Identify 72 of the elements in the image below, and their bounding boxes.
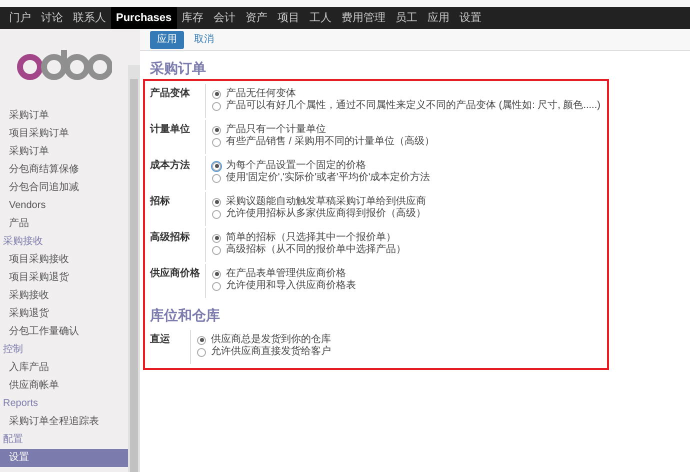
option-label: 简单的招标（只选择其中一个报价单） [226, 232, 396, 244]
option-label: 在产品表单管理供应商价格 [226, 268, 346, 280]
sidebar-item[interactable]: 设置 [0, 449, 128, 467]
setting-label: 招标 [150, 194, 171, 209]
sidebar-item[interactable]: 分包合同追加减 [0, 179, 128, 197]
sidebar-item[interactable]: 采购接收 [0, 287, 128, 305]
radio-button[interactable] [212, 282, 221, 290]
option-label: 有些产品销售 / 采购用不同的计量单位（高级） [226, 136, 434, 148]
sidebar-heading: 控制 [2, 342, 24, 357]
option-label: 允许使用和导入供应商价格表 [226, 280, 356, 292]
sidebar-item[interactable]: 项目采购退货 [0, 269, 128, 287]
option-label: 高级招标（从不同的报价单中选择产品） [226, 244, 406, 256]
option-label: 供应商总是发货到你的仓库 [211, 334, 331, 346]
radio-button[interactable] [197, 336, 206, 344]
radio-button[interactable] [212, 162, 221, 170]
radio-button[interactable] [212, 246, 221, 254]
section-title: 采购订单 [150, 59, 207, 77]
option-label: 允许使用招标从多家供应商得到报价（高级） [226, 208, 426, 220]
setting-label: 高级招标 [150, 230, 191, 245]
setting-label: 直运 [150, 332, 171, 347]
radio-button[interactable] [197, 348, 206, 356]
menu-tab[interactable]: 工人 [304, 7, 337, 29]
sidebar-item[interactable]: Vendors [0, 197, 128, 215]
menu-tab[interactable]: 应用 [422, 7, 455, 29]
menu-tab[interactable]: 门户 [4, 7, 36, 29]
setting-label: 产品变体 [150, 86, 191, 101]
section-title: 库位和仓库 [150, 306, 221, 324]
setting-label: 计量单位 [150, 122, 191, 137]
sidebar-item[interactable]: 项目采购接收 [0, 251, 128, 269]
radio-button[interactable] [212, 198, 221, 206]
menu-tab[interactable]: 讨论 [36, 7, 68, 29]
option-label: 产品无任何变体 [226, 88, 296, 100]
setting-label: 成本方法 [150, 158, 191, 173]
option-label: 使用'固定价','实际价'或者'平均价'成本定价方法 [226, 172, 430, 184]
menu-tab[interactable]: 会计 [208, 7, 241, 29]
menu-tab[interactable]: 设置 [454, 7, 487, 29]
menu-tab[interactable]: 项目 [272, 7, 305, 29]
menu-tab[interactable]: 联系人 [68, 7, 111, 29]
menu-tab[interactable]: 员工 [390, 7, 423, 29]
sidebar-heading: Reports [2, 397, 40, 411]
menu-tab[interactable]: 费用管理 [336, 7, 391, 29]
option-label: 采购议题能自动触发草稿采购订单给到供应商 [226, 196, 426, 208]
radio-button[interactable] [212, 90, 221, 98]
sidebar-item[interactable]: 采购订单 [0, 143, 128, 161]
radio-button[interactable] [212, 210, 221, 218]
sidebar-item[interactable]: 项目采购订单 [0, 125, 128, 143]
radio-button[interactable] [212, 138, 221, 146]
option-label: 产品只有一个计量单位 [226, 124, 326, 136]
sidebar-item[interactable]: 采购订单 [0, 107, 128, 125]
sidebar-item[interactable]: 分包工作量确认 [0, 323, 128, 341]
radio-button[interactable] [212, 234, 221, 242]
radio-button[interactable] [212, 126, 221, 134]
radio-button[interactable] [212, 102, 221, 110]
menu-tab[interactable]: 资产 [240, 7, 273, 29]
radio-button[interactable] [212, 270, 221, 278]
cancel-link[interactable]: 取消 [188, 30, 220, 48]
sidebar-item[interactable]: 供应商帐单 [0, 377, 128, 395]
sidebar-item[interactable]: 分包商结算保修 [0, 161, 128, 179]
apply-button[interactable]: 应用 [150, 30, 184, 48]
menu-tab[interactable]: Purchases [111, 7, 177, 29]
option-label: 为每个产品设置一个固定的价格 [226, 160, 366, 172]
menu-tab[interactable]: 库存 [176, 7, 209, 29]
sidebar-heading: 配置 [2, 432, 24, 447]
option-label: 允许供应商直接发货给客户 [211, 346, 331, 358]
sidebar-heading: 采购接收 [2, 234, 44, 249]
sidebar-item[interactable]: 采购订单全程追踪表 [0, 413, 128, 431]
sidebar-item[interactable]: 产品 [0, 215, 128, 233]
radio-button[interactable] [212, 174, 221, 182]
option-label: 产品可以有好几个属性，通过不同属性来定义不同的产品变体 (属性如: 尺寸, 颜色.....) [226, 100, 600, 112]
sidebar-item[interactable]: 采购退货 [0, 305, 128, 323]
setting-label: 供应商价格 [150, 266, 201, 281]
sidebar-item[interactable]: 入库产品 [0, 359, 128, 377]
